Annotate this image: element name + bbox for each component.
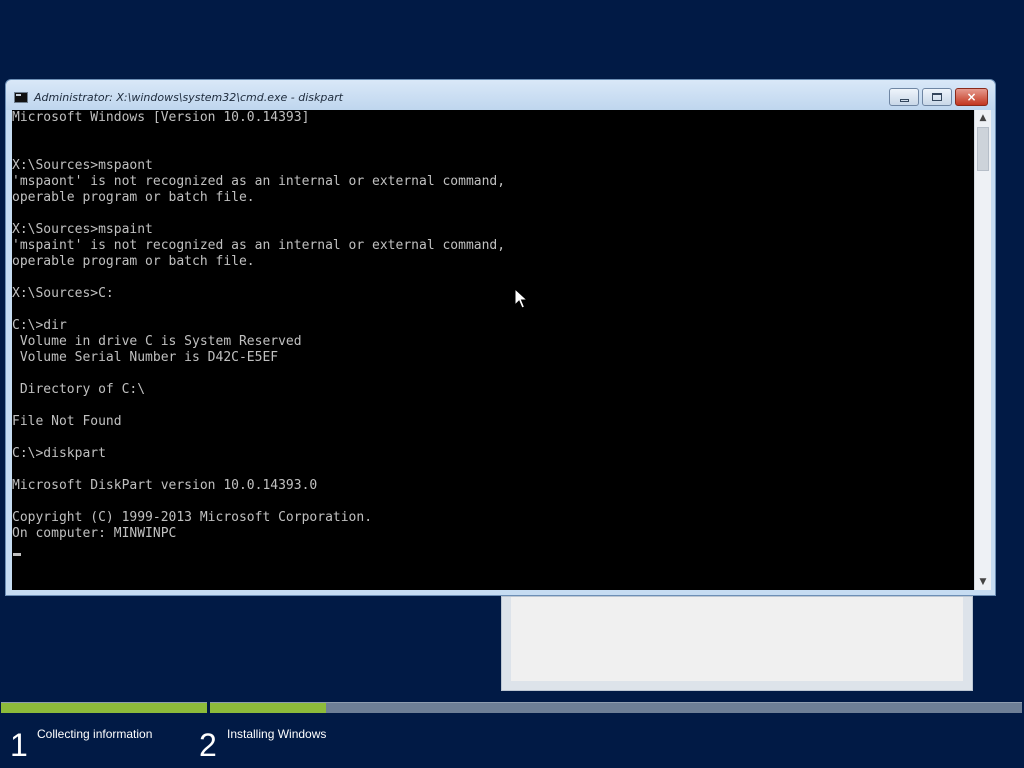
setup-dialog-background: [501, 596, 973, 691]
console-line: X:\Sources>mspaont: [12, 158, 153, 173]
console-text: Microsoft Windows [Version 10.0.14393] X:…: [12, 110, 974, 590]
minimize-icon: [899, 98, 909, 102]
console-line: Microsoft Windows [Version 10.0.14393]: [12, 110, 310, 125]
setup-desktop: Administrator: X:\windows\system32\cmd.e…: [0, 0, 1024, 768]
console-line: 'mspaint' is not recognized as an intern…: [12, 238, 506, 253]
close-button[interactable]: ×: [955, 88, 988, 106]
maximize-icon: [932, 93, 942, 101]
minimize-button[interactable]: [889, 88, 919, 106]
console-line: Volume in drive C is System Reserved: [12, 334, 302, 349]
console-line: operable program or batch file.: [12, 254, 255, 269]
console-line: operable program or batch file.: [12, 190, 255, 205]
console-output[interactable]: Microsoft Windows [Version 10.0.14393] X:…: [12, 110, 974, 590]
console-line: Directory of C:\: [12, 382, 146, 397]
text-cursor: [13, 553, 21, 556]
mouse-pointer-icon: [514, 288, 528, 309]
step-label: Installing Windows: [227, 727, 327, 741]
step-number: 2: [199, 727, 217, 763]
progress-fill: [210, 703, 327, 713]
console-line: X:\Sources>C:: [12, 286, 114, 301]
console-line: C:\>diskpart: [12, 446, 106, 461]
step-label: Collecting information: [37, 727, 153, 741]
step-number: 1: [10, 727, 28, 763]
close-icon: ×: [966, 90, 977, 104]
vertical-scrollbar[interactable]: ▲ ▼: [974, 110, 991, 590]
console-line: File Not Found: [12, 414, 122, 429]
progress-fill: [1, 703, 207, 713]
maximize-button[interactable]: [922, 88, 952, 106]
cmd-window[interactable]: Administrator: X:\windows\system32\cmd.e…: [5, 79, 996, 596]
console-icon[interactable]: [14, 92, 28, 103]
chevron-up-icon: ▲: [979, 113, 987, 123]
console-line: C:\>dir: [12, 318, 67, 333]
console-line: On computer: MINWINPC: [12, 526, 177, 541]
console-line: Copyright (C) 1999-2013 Microsoft Corpor…: [12, 510, 373, 525]
title-bar[interactable]: Administrator: X:\windows\system32\cmd.e…: [6, 80, 995, 110]
scroll-down-button[interactable]: ▼: [975, 574, 991, 590]
console-line: X:\Sources>mspaint: [12, 222, 153, 237]
progress-segment-installing: [210, 702, 1022, 713]
progress-segment-collecting: [1, 702, 207, 713]
chevron-down-icon: ▼: [979, 577, 987, 587]
setup-progress-bar: [0, 702, 1024, 713]
scroll-up-button[interactable]: ▲: [975, 110, 991, 126]
scroll-thumb[interactable]: [977, 127, 989, 171]
console-line: 'mspaont' is not recognized as an intern…: [12, 174, 506, 189]
console-line: Microsoft DiskPart version 10.0.14393.0: [12, 478, 318, 493]
console-line: Volume Serial Number is D42C-E5EF: [12, 350, 279, 365]
window-controls: ×: [889, 88, 988, 106]
setup-dialog-content: [511, 597, 963, 681]
window-title: Administrator: X:\windows\system32\cmd.e…: [34, 91, 343, 104]
